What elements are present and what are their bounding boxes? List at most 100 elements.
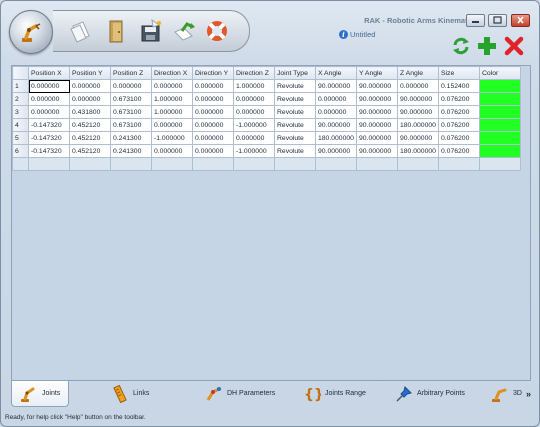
table-cell[interactable]: 0.000000 (397, 79, 439, 93)
table-cell[interactable]: -0.147320 (28, 118, 70, 132)
table-cell[interactable] (69, 157, 111, 171)
table-cell[interactable]: Revolute (274, 118, 316, 132)
remove-joint-button[interactable] (504, 36, 524, 56)
table-cell[interactable] (397, 157, 439, 171)
table-cell[interactable]: 0.673100 (110, 118, 152, 132)
table-cell[interactable]: 0.000000 (28, 79, 70, 93)
row-header[interactable]: 4 (12, 118, 29, 132)
table-cell[interactable]: -0.147320 (28, 144, 70, 158)
tab-arbitrary-points[interactable]: Arbitrary Points (395, 381, 465, 406)
table-cell[interactable]: 0.000000 (28, 92, 70, 106)
table-cell[interactable]: 0.000000 (192, 92, 234, 106)
table-cell[interactable]: -1.000000 (233, 118, 275, 132)
table-cell[interactable]: 90.000000 (315, 144, 357, 158)
row-header[interactable]: 1 (12, 79, 29, 93)
table-cell[interactable]: 0.000000 (192, 131, 234, 145)
column-header[interactable]: Size (438, 66, 480, 80)
color-swatch-cell[interactable] (479, 131, 521, 145)
color-swatch-cell[interactable] (479, 79, 521, 93)
table-cell[interactable]: 0.452120 (69, 131, 111, 145)
row-header[interactable] (12, 157, 29, 171)
table-cell[interactable]: 90.000000 (315, 79, 357, 93)
color-swatch-cell[interactable] (479, 105, 521, 119)
table-cell[interactable]: 0.452120 (69, 144, 111, 158)
tab-links[interactable]: Links (111, 381, 149, 406)
table-cell[interactable]: -1.000000 (151, 131, 193, 145)
color-swatch-cell[interactable] (479, 118, 521, 132)
table-cell[interactable]: 90.000000 (356, 118, 398, 132)
table-row[interactable]: 2 0.000000 0.000000 0.673100 1.000000 0.00000… (12, 92, 521, 106)
table-cell[interactable]: Revolute (274, 92, 316, 106)
table-cell[interactable]: Revolute (274, 105, 316, 119)
table-cell[interactable]: 90.000000 (356, 144, 398, 158)
help-button[interactable] (203, 17, 231, 45)
table-cell[interactable] (438, 157, 480, 171)
tab-joints-range[interactable]: {} Joints Range (303, 381, 366, 406)
table-row[interactable]: 4 -0.147320 0.452120 0.673100 0.000000 0.0000… (12, 118, 521, 132)
table-cell[interactable]: 0.076200 (438, 92, 480, 106)
table-cell[interactable]: 180.000000 (397, 118, 439, 132)
table-cell[interactable]: 90.000000 (356, 79, 398, 93)
table-cell[interactable]: 0.000000 (151, 144, 193, 158)
table-cell[interactable]: 90.000000 (356, 131, 398, 145)
table-cell[interactable] (28, 157, 70, 171)
table-cell[interactable]: 90.000000 (315, 118, 357, 132)
table-cell[interactable]: 0.076200 (438, 105, 480, 119)
table-cell[interactable]: Revolute (274, 79, 316, 93)
table-cell[interactable]: 1.000000 (151, 92, 193, 106)
table-cell[interactable]: 0.000000 (151, 118, 193, 132)
table-cell[interactable]: 0.000000 (69, 92, 111, 106)
more-tabs-button[interactable]: » (526, 389, 531, 399)
table-cell[interactable]: 90.000000 (356, 92, 398, 106)
column-header[interactable]: Color (479, 66, 521, 80)
table-cell[interactable]: 90.000000 (397, 92, 439, 106)
table-cell[interactable]: 90.000000 (397, 131, 439, 145)
column-header[interactable]: Direction Y (192, 66, 234, 80)
table-cell[interactable]: 0.241300 (110, 144, 152, 158)
table-cell[interactable] (110, 157, 152, 171)
table-cell[interactable]: Revolute (274, 131, 316, 145)
table-cell[interactable] (356, 157, 398, 171)
table-cell[interactable]: 1.000000 (151, 105, 193, 119)
table-cell[interactable]: 0.000000 (110, 79, 152, 93)
minimize-button[interactable] (466, 14, 485, 27)
table-cell[interactable]: -0.147320 (28, 131, 70, 145)
table-cell[interactable]: 0.000000 (192, 105, 234, 119)
table-cell[interactable]: 0.673100 (110, 105, 152, 119)
table-cell[interactable]: 0.076200 (438, 118, 480, 132)
table-cell[interactable]: 180.000000 (397, 144, 439, 158)
column-header[interactable]: Direction Z (233, 66, 275, 80)
refresh-button[interactable] (451, 36, 471, 56)
table-cell[interactable]: 0.000000 (192, 144, 234, 158)
application-menu-button[interactable] (9, 10, 53, 54)
column-header[interactable]: Position Y (69, 66, 111, 80)
table-cell[interactable]: 0.241300 (110, 131, 152, 145)
table-cell[interactable] (315, 157, 357, 171)
tab-3d[interactable]: 3D » (491, 381, 531, 406)
table-cell[interactable]: 0.000000 (192, 118, 234, 132)
close-button[interactable] (511, 14, 530, 27)
table-cell[interactable]: 0.000000 (69, 79, 111, 93)
new-document-button[interactable] (67, 17, 95, 45)
column-header[interactable]: Position X (28, 66, 70, 80)
table-cell[interactable] (233, 157, 275, 171)
table-cell[interactable]: Revolute (274, 144, 316, 158)
table-cell[interactable] (192, 157, 234, 171)
color-swatch-cell[interactable] (479, 92, 521, 106)
table-cell[interactable] (274, 157, 316, 171)
column-header[interactable]: Joint Type (274, 66, 316, 80)
row-header[interactable]: 6 (12, 144, 29, 158)
table-cell[interactable]: 180.000000 (315, 131, 357, 145)
save-button[interactable] (137, 17, 165, 45)
table-row[interactable]: 3 0.000000 0.431800 0.673100 1.000000 0.00000… (12, 105, 521, 119)
table-cell[interactable]: 0.000000 (151, 79, 193, 93)
column-header[interactable]: Position Z (110, 66, 152, 80)
table-row[interactable]: 5 -0.147320 0.452120 0.241300 -1.000000 0.000… (12, 131, 521, 145)
table-cell[interactable]: 0.000000 (233, 92, 275, 106)
table-cell[interactable]: 0.000000 (233, 105, 275, 119)
table-cell[interactable]: 90.000000 (356, 105, 398, 119)
column-header[interactable]: Direction X (151, 66, 193, 80)
color-swatch-cell[interactable] (479, 144, 521, 158)
table-cell[interactable]: 0.452120 (69, 118, 111, 132)
row-header[interactable]: 2 (12, 92, 29, 106)
